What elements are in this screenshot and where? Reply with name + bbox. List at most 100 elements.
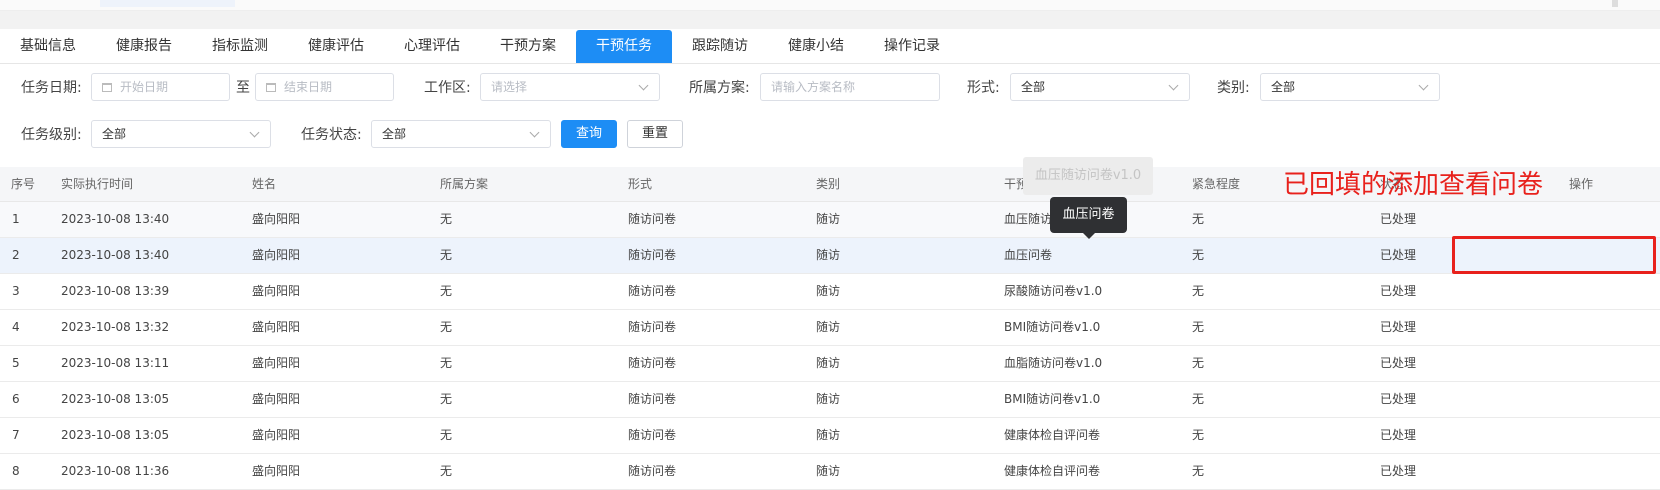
cell-content: 健康体检自评问卷 — [1004, 464, 1101, 478]
cell-urgency: 无 — [1192, 464, 1205, 478]
annotation-note: 已回填的添加查看问卷 — [1283, 170, 1544, 200]
tab-bar: 基础信息 健康报告 指标监测 健康评估 心理评估 干预方案 干预任务 跟踪随访 … — [0, 30, 960, 63]
task-status-select[interactable]: 全部 — [371, 120, 551, 148]
col-index: 序号 — [11, 177, 36, 191]
fading-tooltip: 血压随访问卷v1.0 — [1023, 157, 1153, 195]
table-row[interactable]: 5 2023-10-08 13:11 盛向阳阳 无 随访问卷 随访 血脂随访问卷… — [0, 346, 1660, 382]
cell-status: 已处理 — [1380, 320, 1417, 334]
form-select[interactable]: 全部 — [1010, 73, 1190, 101]
scrollbar-thumb[interactable] — [1612, 0, 1618, 7]
start-date-input[interactable]: 开始日期 — [91, 73, 230, 101]
cell-form: 随访问卷 — [628, 284, 677, 298]
plan-input[interactable]: 请输入方案名称 — [760, 73, 940, 101]
table-row[interactable]: 3 2023-10-08 13:39 盛向阳阳 无 随访问卷 随访 尿酸随访问卷… — [0, 274, 1660, 310]
chevron-down-icon — [638, 80, 649, 91]
tooltip-text: 血压问卷 — [1062, 207, 1115, 222]
query-button[interactable]: 查询 — [561, 120, 617, 148]
cell-index: 3 — [12, 284, 20, 298]
plan-placeholder: 请输入方案名称 — [771, 80, 856, 94]
tab-health-summary[interactable]: 健康小结 — [768, 30, 864, 63]
cell-plan: 无 — [440, 392, 453, 406]
cell-time: 2023-10-08 13:05 — [61, 428, 170, 442]
tab-basic-info[interactable]: 基础信息 — [0, 30, 96, 63]
cell-name: 盛向阳阳 — [252, 356, 301, 370]
table-row[interactable]: 7 2023-10-08 13:05 盛向阳阳 无 随访问卷 随访 健康体检自评… — [0, 418, 1660, 454]
category-select-value: 全部 — [1271, 80, 1296, 94]
col-action: 操作 — [1569, 177, 1594, 191]
tab-health-assessment[interactable]: 健康评估 — [288, 30, 384, 63]
tab-underline — [0, 63, 1660, 64]
col-urgency: 紧急程度 — [1192, 177, 1241, 191]
cell-urgency: 无 — [1192, 212, 1205, 226]
cell-index: 7 — [12, 428, 20, 442]
section-gap — [0, 11, 1660, 29]
cell-category: 随访 — [816, 212, 841, 226]
cell-name: 盛向阳阳 — [252, 320, 301, 334]
tab-psych-assessment[interactable]: 心理评估 — [384, 30, 480, 63]
chevron-down-icon — [529, 127, 540, 138]
tooltip-arrow — [1083, 233, 1095, 239]
task-level-value: 全部 — [102, 127, 127, 141]
cell-index: 8 — [12, 464, 20, 478]
chevron-down-icon — [249, 127, 260, 138]
cell-plan: 无 — [440, 464, 453, 478]
table-row[interactable]: 1 2023-10-08 13:40 盛向阳阳 无 随访问卷 随访 血压随访问卷… — [0, 202, 1660, 238]
start-date-placeholder: 开始日期 — [120, 80, 169, 94]
cell-name: 盛向阳阳 — [252, 212, 301, 226]
cell-category: 随访 — [816, 464, 841, 478]
cell-index: 1 — [12, 212, 20, 226]
tab-indicator-monitor[interactable]: 指标监测 — [192, 30, 288, 63]
category-label: 类别: — [1217, 80, 1250, 96]
cell-form: 随访问卷 — [628, 320, 677, 334]
task-level-select[interactable]: 全部 — [91, 120, 271, 148]
cell-form: 随访问卷 — [628, 428, 677, 442]
task-status-value: 全部 — [382, 127, 407, 141]
cell-name: 盛向阳阳 — [252, 464, 301, 478]
cell-status: 已处理 — [1380, 392, 1417, 406]
plan-label: 所属方案: — [689, 80, 750, 96]
cell-status: 已处理 — [1380, 464, 1417, 478]
calendar-icon — [102, 83, 112, 92]
cell-content: 血脂随访问卷v1.0 — [1004, 356, 1103, 370]
form-label: 形式: — [967, 80, 1000, 96]
table-row[interactable]: 6 2023-10-08 13:05 盛向阳阳 无 随访问卷 随访 BMI随访问… — [0, 382, 1660, 418]
cell-category: 随访 — [816, 248, 841, 262]
cell-time: 2023-10-08 11:36 — [61, 464, 170, 478]
tab-intervention-plan[interactable]: 干预方案 — [480, 30, 576, 63]
task-date-label: 任务日期: — [21, 80, 82, 96]
cell-name: 盛向阳阳 — [252, 428, 301, 442]
cell-status: 已处理 — [1380, 212, 1417, 226]
tab-intervention-task[interactable]: 干预任务 — [576, 30, 672, 63]
cell-name: 盛向阳阳 — [252, 248, 301, 262]
end-date-placeholder: 结束日期 — [284, 80, 333, 94]
tab-operation-log[interactable]: 操作记录 — [864, 30, 960, 63]
cell-time: 2023-10-08 13:32 — [61, 320, 170, 334]
cell-index: 2 — [12, 248, 20, 262]
reset-button[interactable]: 重置 — [627, 120, 683, 148]
table-row[interactable]: 8 2023-10-08 11:36 盛向阳阳 无 随访问卷 随访 健康体检自评… — [0, 454, 1660, 490]
col-time: 实际执行时间 — [61, 177, 134, 191]
end-date-input[interactable]: 结束日期 — [255, 73, 394, 101]
cell-urgency: 无 — [1192, 428, 1205, 442]
form-select-value: 全部 — [1021, 80, 1046, 94]
tab-followup[interactable]: 跟踪随访 — [672, 30, 768, 63]
cell-time: 2023-10-08 13:40 — [61, 212, 170, 226]
cell-category: 随访 — [816, 428, 841, 442]
col-category: 类别 — [816, 177, 841, 191]
annotation-highlight-box — [1452, 236, 1656, 274]
workarea-label: 工作区: — [424, 80, 471, 96]
cell-category: 随访 — [816, 392, 841, 406]
col-plan: 所属方案 — [440, 177, 489, 191]
task-status-label: 任务状态: — [301, 127, 362, 143]
task-level-label: 任务级别: — [21, 127, 82, 143]
cell-time: 2023-10-08 13:40 — [61, 248, 170, 262]
cell-time: 2023-10-08 13:11 — [61, 356, 170, 370]
tab-health-report[interactable]: 健康报告 — [96, 30, 192, 63]
table-row[interactable]: 2 2023-10-08 13:40 盛向阳阳 无 随访问卷 随访 血压问卷 无… — [0, 238, 1660, 274]
cell-form: 随访问卷 — [628, 212, 677, 226]
workarea-select[interactable]: 请选择 — [480, 73, 660, 101]
category-select[interactable]: 全部 — [1260, 73, 1440, 101]
chevron-down-icon — [1168, 80, 1179, 91]
table-row[interactable]: 4 2023-10-08 13:32 盛向阳阳 无 随访问卷 随访 BMI随访问… — [0, 310, 1660, 346]
cell-status: 已处理 — [1380, 284, 1417, 298]
